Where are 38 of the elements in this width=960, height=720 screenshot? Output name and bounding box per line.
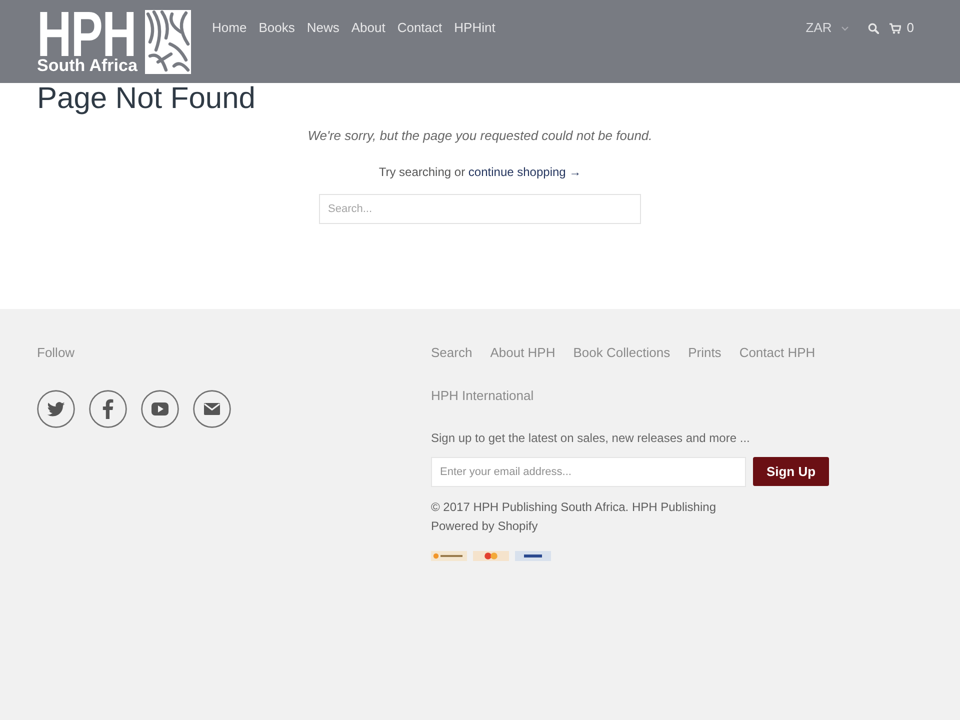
nav-link[interactable]: News (306, 19, 340, 37)
page-title: Page Not Found (37, 83, 256, 115)
search-icon[interactable] (868, 22, 879, 34)
nav-link[interactable]: Contact (397, 19, 442, 37)
bird-icon[interactable] (37, 390, 75, 428)
footer-link[interactable]: HPH International (431, 387, 534, 405)
footer-link[interactable]: Prints (688, 344, 722, 362)
card-badge-icon (515, 551, 551, 561)
play-button-icon[interactable] (141, 390, 179, 428)
email-field[interactable]: Enter your email address... (431, 457, 746, 487)
footer-link[interactable]: Search (431, 344, 472, 362)
newsletter-text: Sign up to get the latest on sales, new releases and more ... (431, 430, 751, 447)
letter-f-icon[interactable] (89, 390, 127, 428)
zebra-stripes-icon[interactable] (145, 10, 191, 74)
footer-link[interactable]: About HPH (490, 344, 556, 362)
currency-selector[interactable]: ZAR (806, 19, 849, 37)
envelope-icon[interactable] (193, 390, 231, 428)
search-hint: Try searching or continue shopping → (378, 164, 582, 181)
nav-link[interactable]: Books (258, 19, 295, 37)
caret-icon (840, 26, 849, 30)
footer-link[interactable]: Book Collections (573, 344, 670, 362)
error-message: We're sorry, but the page you requested could not be found. (308, 127, 652, 145)
footer-link[interactable]: Contact HPH (739, 344, 816, 362)
cart-link[interactable]: 0 (888, 19, 914, 37)
two-circles-badge-icon (473, 551, 509, 561)
copyright-text: © 2017 HPH Publishing South Africa. HPH Publishing (431, 499, 717, 516)
powered-by-text: Powered by Shopify (431, 518, 539, 535)
continue-shopping-link[interactable]: continue shopping → (468, 165, 582, 179)
cart-icon (888, 22, 901, 34)
search-field[interactable]: Search... (319, 194, 641, 224)
nav-link[interactable]: About (351, 19, 386, 37)
sign-up-button[interactable]: Sign Up (753, 457, 829, 486)
nav-link[interactable]: HPHint (454, 19, 496, 37)
logo-title[interactable]: HPH (37, 10, 142, 58)
logo-subtitle[interactable]: South Africa (37, 58, 143, 74)
coin-badge-icon (431, 551, 467, 561)
follow-heading: Follow (37, 344, 76, 362)
nav-link[interactable]: Home (212, 19, 247, 37)
